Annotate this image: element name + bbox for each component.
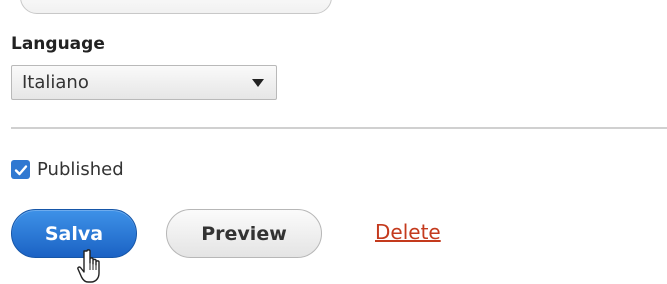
checkmark-icon <box>14 164 27 175</box>
section-divider <box>11 127 667 129</box>
save-button[interactable]: Salva <box>11 209 137 258</box>
hand-pointer-icon <box>77 249 100 283</box>
delete-link[interactable]: Delete <box>375 220 441 244</box>
published-checkbox[interactable] <box>11 160 30 179</box>
caret-down-icon <box>252 79 264 87</box>
language-label: Language <box>11 34 105 54</box>
preview-button[interactable]: Preview <box>166 209 322 258</box>
published-field: Published <box>11 159 124 180</box>
language-selected-value: Italiano <box>22 72 89 93</box>
published-label: Published <box>37 159 124 180</box>
node-edit-form: Language Italiano Published Salva Previe… <box>0 0 667 284</box>
language-select[interactable]: Italiano <box>11 65 277 100</box>
previous-field-partial[interactable] <box>20 0 332 14</box>
